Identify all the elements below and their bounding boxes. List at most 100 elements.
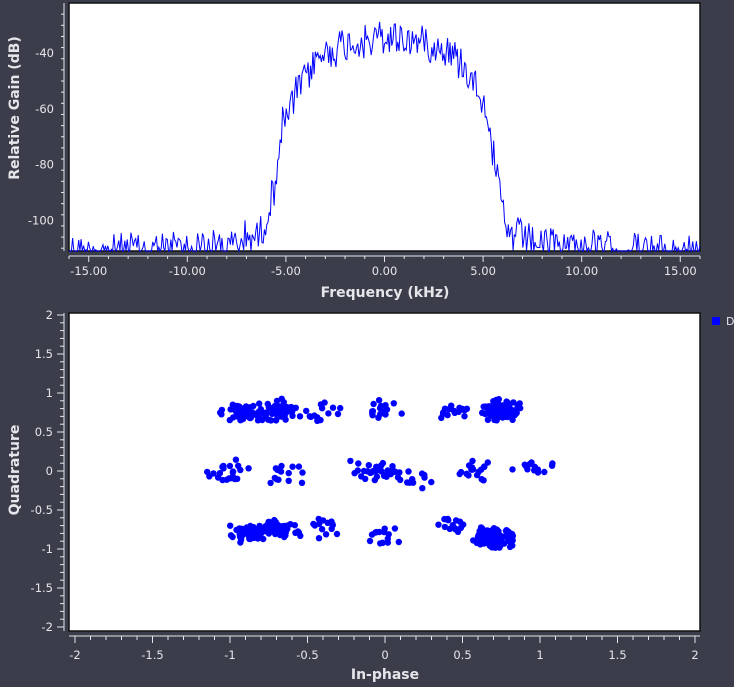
constellation-point: [428, 478, 435, 486]
constellation-point: [509, 466, 516, 473]
spectrum-x-tick-label: -10.00: [169, 264, 206, 278]
constellation-point: [322, 531, 330, 538]
spectrum-plot: -15.00 -10.00 -5.00 0.00 5.00 10.00 15.00 -40-…: [7, 2, 701, 301]
constellation-point: [421, 471, 428, 479]
constellation-point: [398, 410, 405, 417]
constellation-point: [237, 466, 244, 474]
constellation-point: [351, 470, 358, 477]
constellation-point: [502, 527, 510, 535]
constellation-point: [441, 523, 449, 531]
constellation-point: [395, 538, 402, 546]
constellation-point: [295, 463, 303, 470]
constellation-y-tick-label: 1: [46, 386, 53, 400]
constellation-point: [227, 522, 234, 529]
constellation-legend[interactable]: D: [712, 315, 734, 328]
constellation-point: [234, 475, 241, 482]
spectrum-x-tick-label: 5.00: [470, 264, 496, 278]
constellation-point: [497, 408, 504, 415]
constellation-y-tick-label: 1.5: [35, 347, 53, 361]
constellation-point: [373, 473, 381, 480]
constellation-point: [531, 464, 539, 471]
constellation-point: [262, 412, 269, 419]
constellation-x-axis: -2 -1.5 -1 -0.5 0 0.5 1 1.5 2: [69, 635, 700, 662]
constellation-point: [491, 539, 499, 546]
constellation-point: [277, 468, 285, 475]
constellation-point: [225, 475, 233, 482]
constellation-point: [299, 469, 306, 476]
constellation-point: [484, 540, 491, 547]
constellation-point: [295, 529, 303, 536]
constellation-point: [509, 416, 516, 423]
constellation-point: [307, 413, 314, 420]
constellation-y-tick-label: -1.5: [31, 581, 53, 595]
spectrum-x-tick-label: -15.00: [70, 264, 107, 278]
constellation-point: [480, 477, 487, 484]
constellation-y-axis: 2 1.5 1 0.5 0 -0.5 -1 -1.5 -2: [31, 308, 65, 634]
constellation-point: [476, 527, 483, 535]
constellation-y-tick-label: -0.5: [31, 503, 53, 517]
constellation-point: [243, 524, 250, 531]
constellation-point: [481, 410, 488, 417]
constellation-point: [289, 463, 296, 470]
constellation-point: [347, 457, 354, 465]
constellation-point: [373, 528, 380, 536]
legend-swatch: [712, 317, 720, 325]
constellation-x-tick-label: -1.5: [141, 648, 163, 662]
legend-label: D: [726, 315, 734, 328]
constellation-point: [318, 405, 326, 412]
constellation-point: [470, 537, 477, 544]
constellation-point: [268, 410, 276, 417]
constellation-point: [237, 536, 245, 544]
constellation-point: [452, 517, 460, 524]
constellation-point: [303, 407, 310, 415]
constellation-point: [391, 525, 399, 532]
constellation-point: [460, 521, 467, 528]
spectrum-y-tick-label: -60: [35, 102, 54, 116]
constellation-point: [315, 535, 323, 542]
constellation-point: [276, 403, 283, 410]
constellation-point: [328, 525, 335, 532]
constellation-point: [286, 404, 294, 411]
constellation-point: [382, 402, 389, 409]
constellation-point: [218, 406, 226, 414]
constellation-point: [375, 397, 383, 404]
constellation-plot: -2 -1.5 -1 -0.5 0 0.5 1 1.5 2 2 1.5 1 0.5 0 -0.5 -1 -1.…: [7, 308, 701, 683]
spectrum-y-tick-label: -100: [28, 213, 54, 227]
constellation-point: [229, 533, 236, 541]
constellation-point: [329, 404, 337, 411]
constellation-point: [389, 463, 396, 470]
constellation-point: [370, 400, 377, 408]
constellation-point: [227, 406, 234, 413]
spectrum-y-tick-label: -80: [35, 158, 54, 172]
constellation-point: [278, 462, 285, 470]
constellation-point: [298, 479, 306, 486]
spectrum-x-tick-label: 0.00: [372, 264, 398, 278]
constellation-y-tick-label: -1: [42, 542, 53, 556]
constellation-point: [274, 413, 281, 421]
constellation-point: [333, 530, 341, 538]
constellation-point: [367, 469, 374, 477]
constellation-point: [232, 456, 240, 463]
constellation-point: [283, 522, 290, 530]
constellation-point: [226, 462, 234, 470]
constellation-point: [469, 457, 476, 465]
constellation-x-tick-label: 0.5: [453, 648, 471, 662]
constellation-point: [245, 465, 252, 472]
constellation-point: [513, 406, 521, 413]
constellation-y-axis-title: Quadrature: [7, 425, 23, 516]
constellation-x-tick-label: 0: [381, 648, 388, 662]
constellation-point: [484, 529, 491, 536]
constellation-point: [234, 413, 241, 420]
constellation-point: [226, 416, 233, 424]
constellation-x-tick-label: 2: [691, 648, 698, 662]
constellation-point: [325, 410, 332, 417]
constellation-point: [285, 469, 292, 477]
constellation-point: [285, 477, 292, 484]
constellation-y-tick-label: 0.5: [35, 425, 53, 439]
constellation-x-axis-title: In-phase: [351, 667, 419, 683]
constellation-point: [435, 521, 442, 528]
spectrum-x-axis: -15.00 -10.00 -5.00 0.00 5.00 10.00 15.00: [68, 255, 701, 278]
spectrum-y-tick-label: -40: [35, 46, 54, 60]
constellation-point: [502, 413, 509, 420]
constellation-point: [405, 468, 412, 475]
